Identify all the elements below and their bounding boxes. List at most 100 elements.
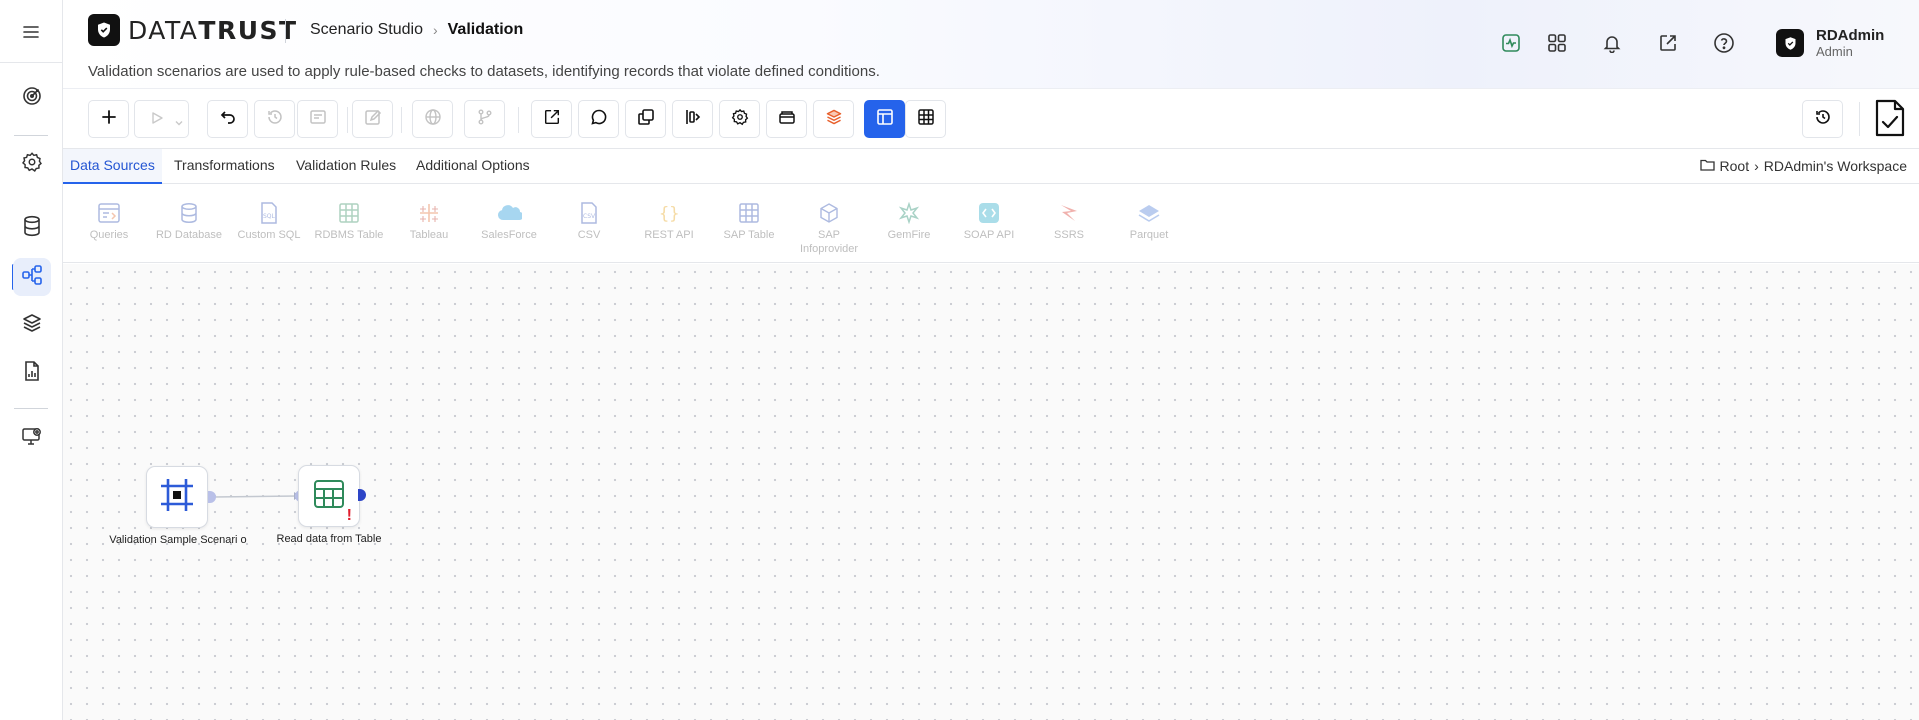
schedule-icon	[309, 108, 327, 130]
tab-validation-rules[interactable]: Validation Rules	[289, 149, 403, 184]
comment-button[interactable]	[578, 100, 619, 138]
version-history-button[interactable]	[1802, 100, 1843, 138]
sidebar-item-scenario-studio[interactable]	[13, 258, 51, 296]
top-header: DATATRUST Scenario Studio › Validation V…	[63, 0, 1919, 89]
globe-icon	[424, 108, 442, 130]
source-csv[interactable]: CSV CSV	[549, 201, 629, 242]
briefcase-icon	[778, 108, 796, 130]
source-tableau[interactable]: Tableau	[389, 201, 469, 242]
path-workspace[interactable]: RDAdmin's Workspace	[1764, 158, 1907, 174]
activity-icon[interactable]	[1499, 31, 1523, 55]
undo-button[interactable]	[207, 100, 248, 138]
sidebar-item-monitoring[interactable]	[13, 419, 51, 457]
page-title: Validation	[447, 21, 524, 38]
source-gemfire[interactable]: GemFire	[869, 201, 949, 242]
workflow-canvas[interactable]: Validation Sample Scenari o ! Read data …	[63, 264, 1919, 720]
warning-indicator: !	[346, 507, 352, 524]
table-icon	[917, 108, 935, 130]
ssrs-icon	[1056, 201, 1082, 225]
sidebar-item-databases[interactable]	[13, 209, 51, 247]
sidebar-item-settings[interactable]	[13, 145, 51, 183]
source-rd-database[interactable]: RD Database	[149, 201, 229, 242]
database-icon	[22, 215, 42, 241]
parquet-icon	[1136, 201, 1162, 225]
source-sap-table[interactable]: SAP Table	[709, 201, 789, 242]
history-icon	[266, 108, 284, 130]
publish-button[interactable]	[412, 100, 453, 138]
left-sidebar	[0, 0, 63, 720]
run-button[interactable]	[134, 100, 189, 138]
brand-logo[interactable]: DATATRUST	[88, 14, 298, 46]
database-icon	[176, 201, 202, 225]
sql-file-icon: SQL	[256, 201, 282, 225]
bell-icon[interactable]	[1600, 31, 1624, 55]
settings-button[interactable]	[719, 100, 760, 138]
duplicate-button[interactable]	[625, 100, 666, 138]
hamburger-menu-icon[interactable]	[21, 22, 41, 42]
sidebar-item-targets[interactable]	[13, 79, 51, 117]
layers-icon	[825, 108, 843, 130]
path-root[interactable]: Root	[1720, 158, 1750, 174]
source-salesforce[interactable]: SalesForce	[469, 201, 549, 242]
csv-file-icon: CSV	[576, 201, 602, 225]
chevron-right-icon: ›	[432, 22, 438, 38]
export-button[interactable]	[531, 100, 572, 138]
gear-icon	[21, 151, 43, 177]
source-soap-api[interactable]: SOAP API	[949, 201, 1029, 242]
source-queries[interactable]: Queries	[69, 201, 149, 242]
report-icon	[22, 360, 42, 386]
branch-button[interactable]	[464, 100, 505, 138]
source-rest-api[interactable]: {} REST API	[629, 201, 709, 242]
align-button[interactable]	[672, 100, 713, 138]
source-rdbms-table[interactable]: RDBMS Table	[309, 201, 389, 242]
tab-data-sources[interactable]: Data Sources	[63, 149, 162, 184]
external-link-icon[interactable]	[1656, 31, 1680, 55]
svg-text:{}: {}	[659, 204, 679, 223]
frame-icon	[159, 477, 195, 517]
scenario-node[interactable]	[146, 466, 208, 528]
history-button[interactable]	[254, 100, 295, 138]
package-button[interactable]	[766, 100, 807, 138]
help-icon[interactable]	[1712, 31, 1736, 55]
tab-bar: Data Sources Transformations Validation …	[63, 149, 1919, 184]
node-label: Validation Sample Scenari o	[109, 534, 247, 546]
braces-icon: {}	[656, 201, 682, 225]
breadcrumb-scenario-studio[interactable]: Scenario Studio	[310, 21, 423, 39]
layers-button[interactable]	[813, 100, 854, 138]
tab-additional-options[interactable]: Additional Options	[409, 149, 537, 184]
git-branch-icon	[476, 108, 494, 130]
read-table-node[interactable]: !	[298, 465, 360, 527]
play-icon	[150, 110, 164, 129]
data-source-palette: Queries RD Database SQL Custom SQL RDBMS…	[63, 185, 1919, 263]
breadcrumb: Scenario Studio › Validation	[310, 21, 523, 39]
cube-icon	[816, 201, 842, 225]
edit-icon	[364, 108, 382, 130]
gemfire-icon	[896, 201, 922, 225]
tableau-icon	[416, 201, 442, 225]
edit-button[interactable]	[352, 100, 393, 138]
workspace-breadcrumb[interactable]: Root › RDAdmin's Workspace	[1699, 158, 1907, 174]
comment-icon	[590, 108, 608, 130]
source-ssrs[interactable]: SSRS	[1029, 201, 1109, 242]
schedule-button[interactable]	[297, 100, 338, 138]
user-menu[interactable]: RDAdmin Admin	[1776, 27, 1884, 59]
node-connector	[213, 492, 300, 500]
avatar	[1776, 29, 1804, 57]
canvas-view-button[interactable]	[864, 100, 905, 138]
validate-document-icon[interactable]	[1873, 98, 1907, 138]
sidebar-item-reports[interactable]	[13, 354, 51, 392]
add-button[interactable]	[88, 100, 129, 138]
salesforce-cloud-icon	[496, 201, 522, 225]
tab-transformations[interactable]: Transformations	[167, 149, 282, 184]
plus-icon	[101, 109, 117, 129]
source-sap-infoprovider[interactable]: SAP Infoprovider	[789, 201, 869, 256]
svg-text:SQL: SQL	[263, 213, 276, 220]
toolbar	[63, 90, 1919, 149]
chevron-right-icon: ›	[1754, 158, 1759, 174]
source-custom-sql[interactable]: SQL Custom SQL	[229, 201, 309, 242]
apps-grid-icon[interactable]	[1545, 31, 1569, 55]
table-view-button[interactable]	[905, 100, 946, 138]
source-parquet[interactable]: Parquet	[1109, 201, 1189, 242]
sidebar-item-layers[interactable]	[13, 306, 51, 344]
layout-icon	[876, 108, 894, 130]
